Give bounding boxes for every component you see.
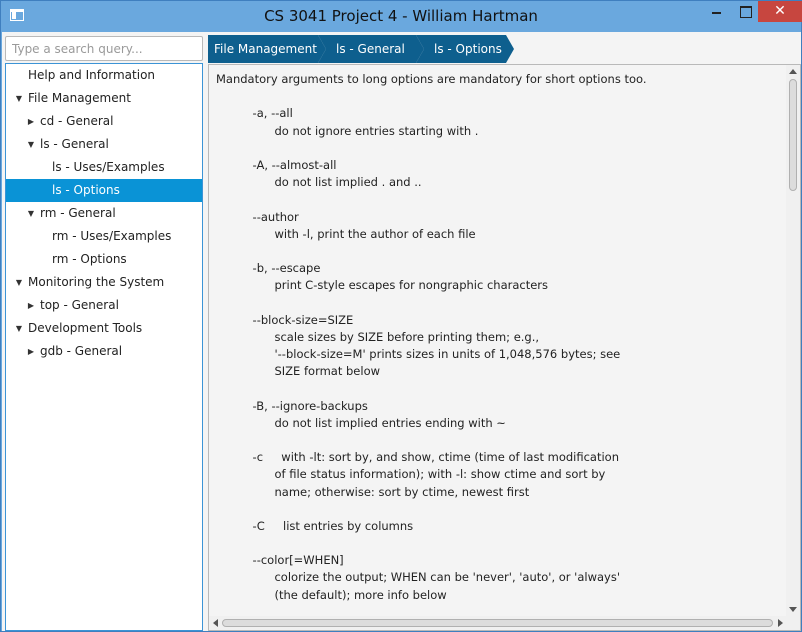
tree-item-label: top - General [40,298,119,312]
help-text-line [216,140,787,157]
help-text-line: -b, --escape [216,261,321,276]
topic-tree[interactable]: Help and Information ▼ File Management ▶ cd … [5,63,203,631]
breadcrumb-item[interactable]: ls - Options [416,35,514,63]
tree-item[interactable]: ▼ Monitoring the System [6,271,202,294]
breadcrumb: File Management ls - General ls - Options [208,35,801,63]
close-button[interactable]: ✕ [758,1,802,22]
help-text-line: -C list entries by columns [216,518,414,533]
help-text-line: --author [216,209,299,224]
tree-item-label: ls - Options [52,183,120,197]
help-text: Mandatory arguments to long options are … [209,65,787,616]
scroll-left-icon[interactable] [213,619,218,627]
breadcrumb-item[interactable]: ls - General [318,35,424,63]
scroll-down-icon[interactable] [789,607,797,612]
help-text-line [216,88,787,105]
tree-item[interactable]: ▶ gdb - General [6,340,202,363]
help-text-line [216,294,787,311]
tree-item-label: gdb - General [40,344,123,358]
title-bar[interactable]: CS 3041 Project 4 - William Hartman ✕ [1,1,802,32]
vertical-scrollbar[interactable] [786,65,800,616]
help-text-line: colorize the output; WHEN can be 'never'… [216,570,620,585]
vertical-scroll-thumb[interactable] [789,79,797,191]
tree-item[interactable]: rm - Options [6,248,202,271]
breadcrumb-label: ls - General [336,42,405,56]
breadcrumb-label: File Management [214,42,317,56]
help-text-line: -c with -lt: sort by, and show, ctime (t… [216,450,619,465]
tree-item-label: rm - General [40,206,116,220]
help-text-line: print C-style escapes for nongraphic cha… [216,278,549,293]
help-text-line: -a, --all [216,106,293,121]
expanded-arrow-icon[interactable]: ▼ [14,87,24,110]
help-text-line: of file status information); with -l: sh… [216,467,606,482]
minimize-button[interactable] [703,1,729,22]
help-text-line: with -l, print the author of each file [216,226,476,241]
tree-item-label: File Management [28,91,131,105]
expanded-arrow-icon[interactable]: ▼ [26,202,36,225]
maximize-button[interactable] [732,1,758,22]
scrollbar-corner [786,616,800,630]
tree-item-label: rm - Options [52,252,127,266]
client-area: Help and Information ▼ File Management ▶ cd … [2,32,801,631]
help-text-line: name; otherwise: sort by ctime, newest f… [216,484,530,499]
tree-item[interactable]: ▶ top - General [6,294,202,317]
scroll-up-icon[interactable] [789,69,797,74]
help-text-line [216,191,787,208]
help-text-line [216,535,787,552]
help-text-line: SIZE format below [216,364,381,379]
search-input[interactable] [5,36,203,61]
content-panel: Mandatory arguments to long options are … [208,64,801,631]
tree-item[interactable]: ▶ cd - General [6,110,202,133]
breadcrumb-item[interactable]: File Management [208,35,326,63]
tree-item-label: cd - General [40,114,114,128]
tree-item[interactable]: ls - Uses/Examples [6,156,202,179]
tree-item[interactable]: ▼ File Management [6,87,202,110]
tree-item[interactable]: ▼ Development Tools [6,317,202,340]
expanded-arrow-icon[interactable]: ▼ [14,271,24,294]
help-text-line: do not list implied . and .. [216,175,422,190]
expanded-arrow-icon[interactable]: ▼ [26,133,36,156]
help-text-line: -A, --almost-all [216,157,337,172]
help-text-line [216,380,787,397]
tree-item-label: rm - Uses/Examples [52,229,172,243]
help-text-line: scale sizes by SIZE before printing them… [216,329,540,344]
help-text-line: '--block-size=M' prints sizes in units o… [216,347,621,361]
tree-item-label: ls - General [40,137,109,151]
breadcrumb-label: ls - Options [434,42,502,56]
tree-item-label: Development Tools [28,321,143,335]
tree-item[interactable]: ▼ ls - General [6,133,202,156]
help-text-line: do not ignore entries starting with . [216,123,479,138]
tree-item-label: Help and Information [28,68,156,82]
tree-item[interactable]: ▼ rm - General [6,202,202,225]
expanded-arrow-icon[interactable]: ▼ [14,317,24,340]
help-text-line: --color[=WHEN] [216,553,344,568]
tree-item[interactable]: ls - Options [6,179,202,202]
help-text-line [216,432,787,449]
help-text-line: (the default); more info below [216,587,447,602]
scroll-right-icon[interactable] [778,619,783,627]
help-text-line: -B, --ignore-backups [216,398,368,413]
collapsed-arrow-icon[interactable]: ▶ [26,294,36,317]
horizontal-scrollbar[interactable] [209,616,787,630]
help-text-line: Mandatory arguments to long options are … [216,72,647,86]
collapsed-arrow-icon[interactable]: ▶ [26,110,36,133]
tree-item[interactable]: Help and Information [6,64,202,87]
window-title: CS 3041 Project 4 - William Hartman [264,7,538,25]
app-window: CS 3041 Project 4 - William Hartman ✕ He… [0,0,802,632]
horizontal-scroll-thumb[interactable] [222,619,773,627]
help-text-line [216,243,787,260]
help-text-line: do not list implied entries ending with … [216,415,506,430]
tree-item[interactable]: rm - Uses/Examples [6,225,202,248]
tree-item-label: ls - Uses/Examples [52,160,165,174]
tree-item-label: Monitoring the System [28,275,165,289]
collapsed-arrow-icon[interactable]: ▶ [26,340,36,363]
help-text-line: --block-size=SIZE [216,312,354,327]
help-text-line [216,501,787,518]
